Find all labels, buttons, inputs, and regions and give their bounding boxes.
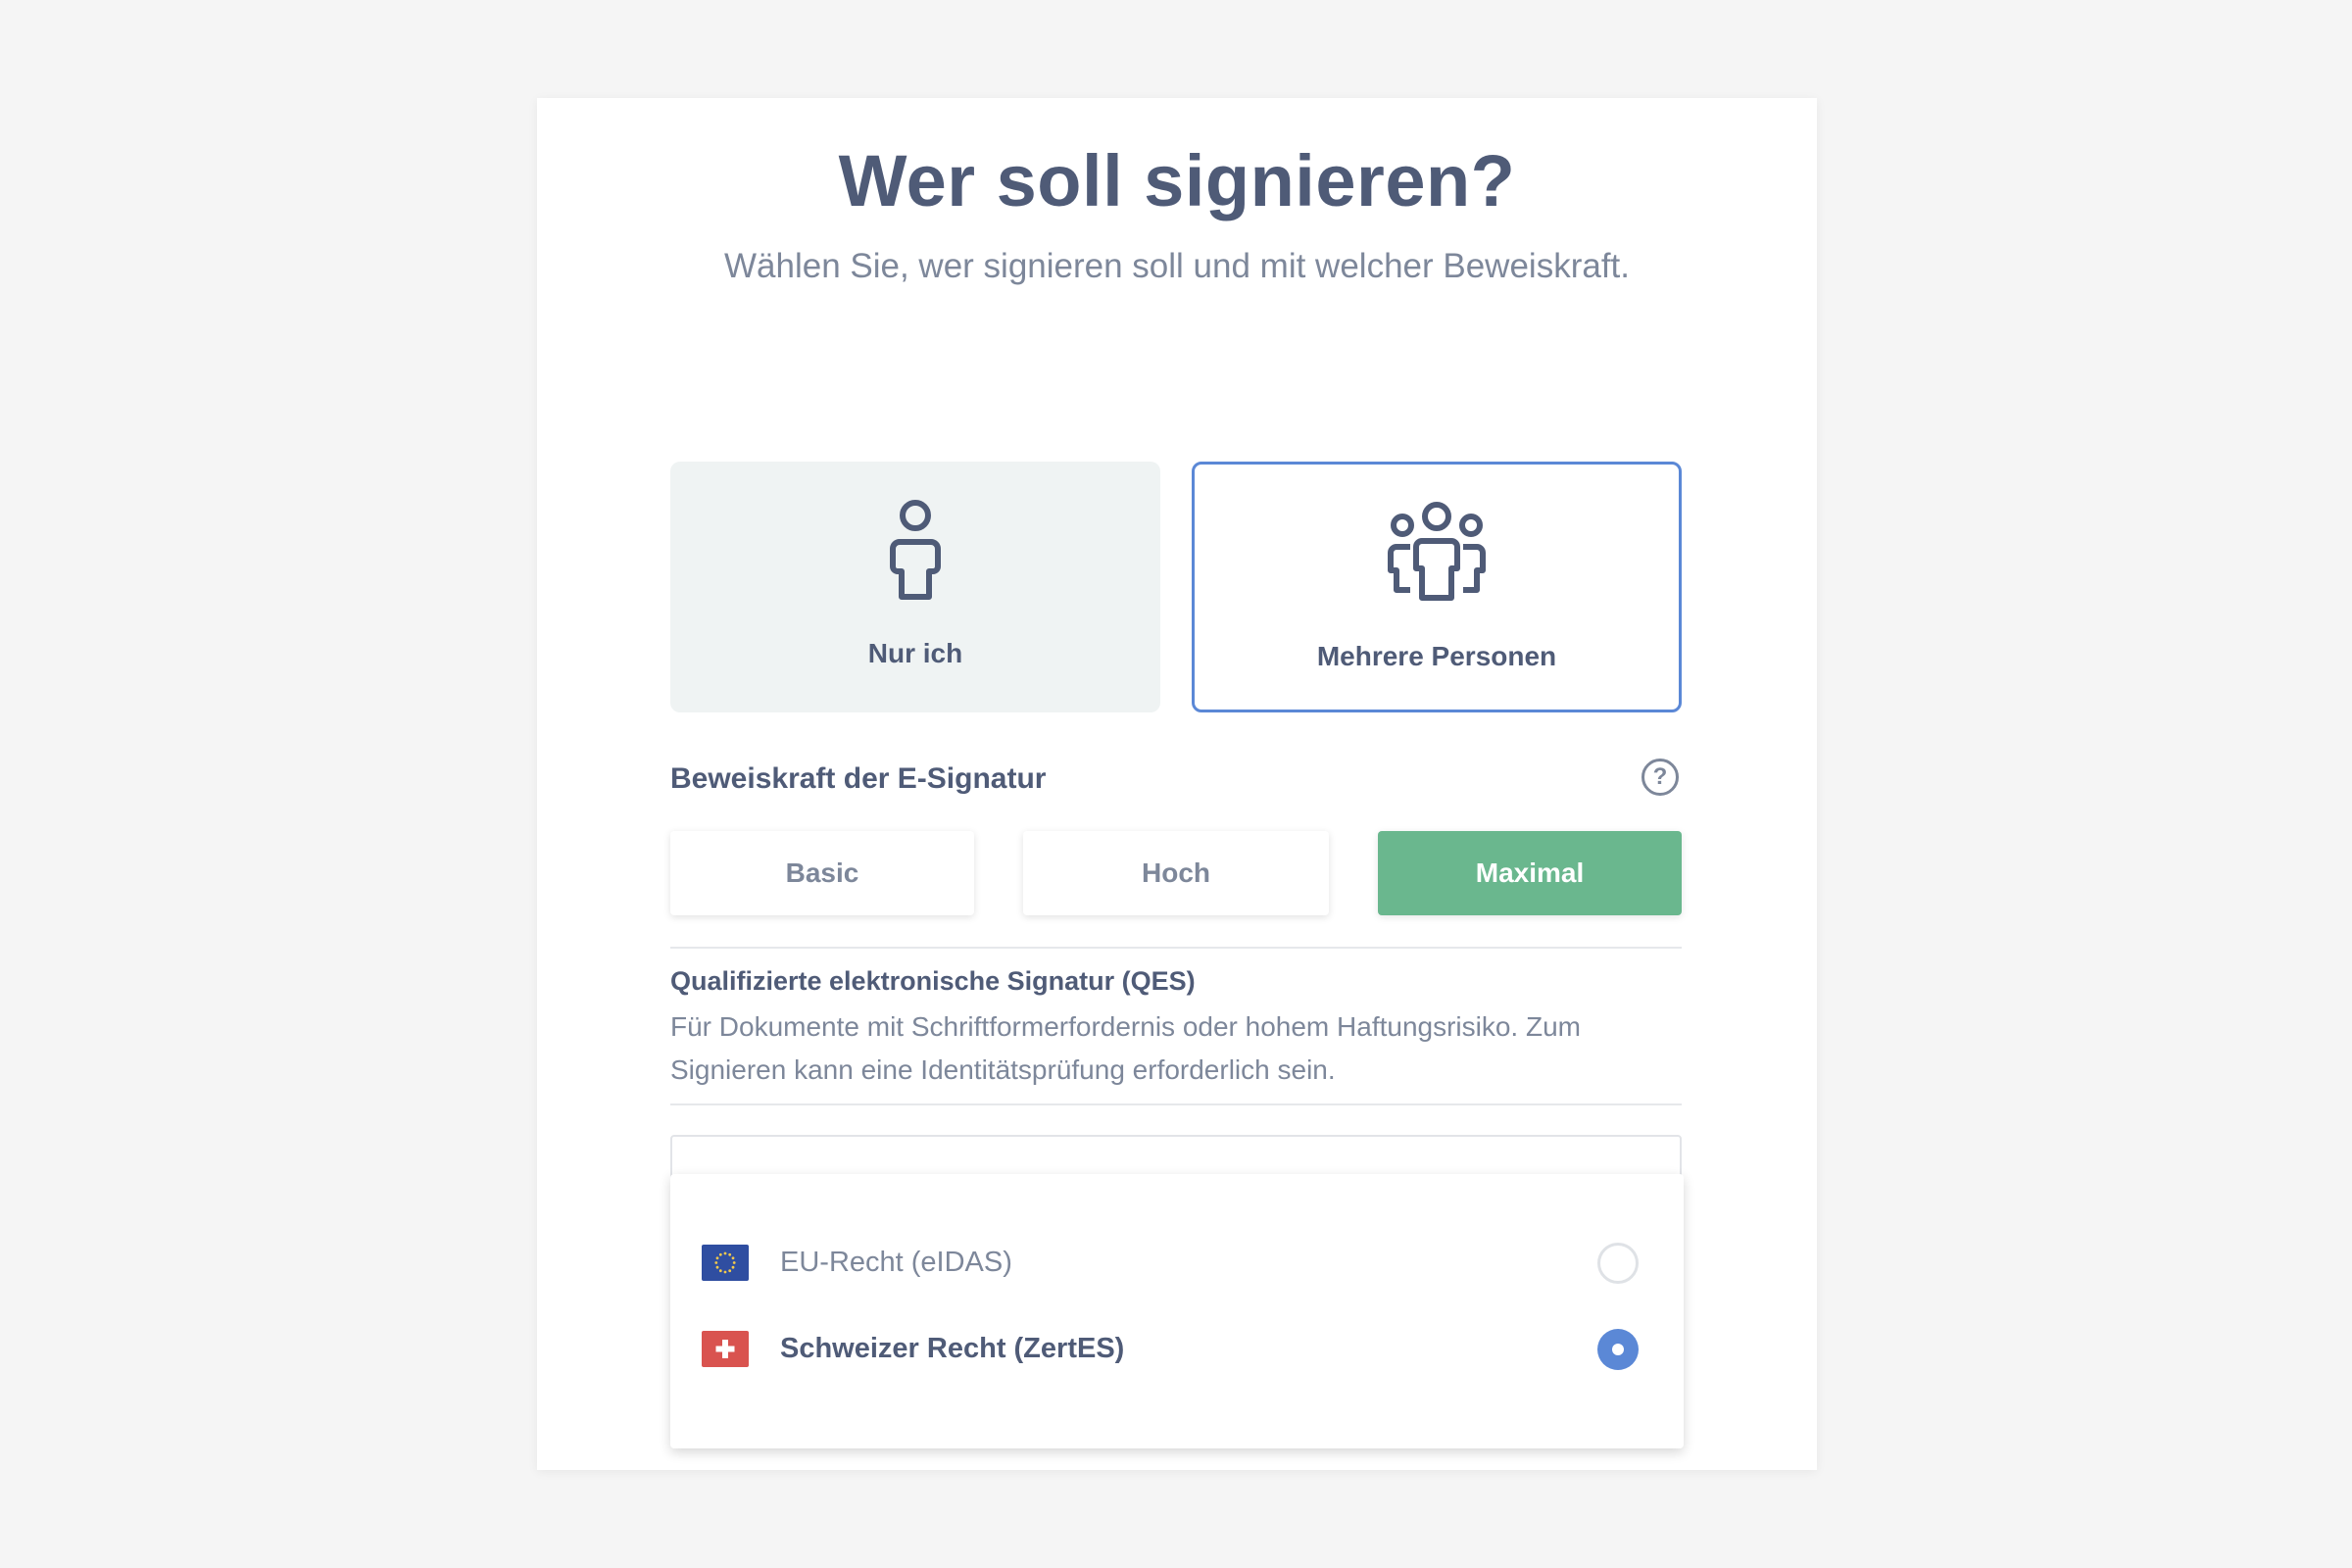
jurisdiction-dropdown: EU-Recht (eIDAS) Schweizer Recht (ZertES… (670, 1174, 1684, 1448)
radio-swiss[interactable] (1597, 1329, 1639, 1370)
strength-title: Beweiskraft der E-Signatur (670, 762, 1047, 795)
jurisdiction-option-label: Schweizer Recht (ZertES) (780, 1333, 1125, 1364)
divider (670, 1103, 1682, 1105)
eu-flag-icon (702, 1245, 749, 1281)
group-icon (1388, 502, 1486, 601)
swiss-flag-icon (702, 1331, 749, 1367)
signer-option-label: Mehrere Personen (1316, 641, 1557, 671)
level-button-basic[interactable]: Basic (670, 831, 974, 915)
page-title: Wer soll signieren? (838, 140, 1516, 221)
jurisdiction-option-swiss[interactable]: Schweizer Recht (ZertES) (670, 1315, 1684, 1384)
signer-option-only-me[interactable]: Nur ich (670, 462, 1160, 712)
divider (670, 947, 1682, 949)
signer-option-label: Nur ich (867, 638, 963, 668)
qes-title: Qualifizierte elektronische Signatur (QE… (670, 966, 1196, 996)
radio-eu[interactable] (1597, 1243, 1639, 1284)
signature-dialog: Wer soll signieren? Wählen Sie, wer sign… (537, 98, 1817, 1470)
signer-option-multiple[interactable]: Mehrere Personen (1192, 462, 1682, 712)
level-button-maximal[interactable]: Maximal (1378, 831, 1682, 915)
person-icon (890, 500, 941, 600)
level-button-hoch[interactable]: Hoch (1023, 831, 1329, 915)
jurisdiction-option-eu[interactable]: EU-Recht (eIDAS) (670, 1229, 1684, 1298)
qes-description: Für Dokumente mit Schriftformerfordernis… (670, 1011, 1581, 1085)
jurisdiction-option-label: EU-Recht (eIDAS) (780, 1247, 1012, 1278)
page-subtitle: Wählen Sie, wer signieren soll und mit w… (724, 247, 1630, 285)
question-icon[interactable]: ? (1642, 759, 1679, 796)
